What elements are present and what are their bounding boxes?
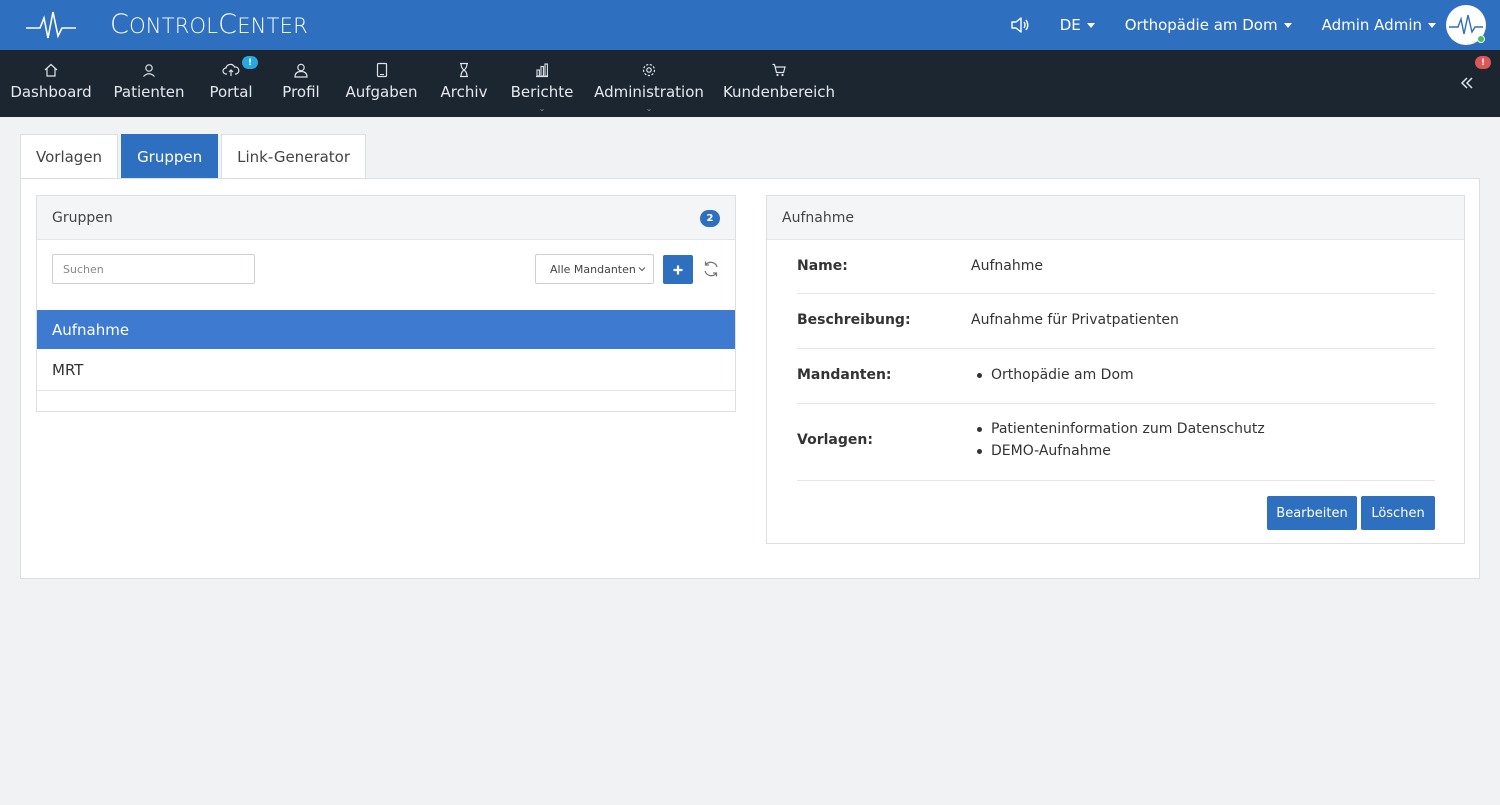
gear-icon	[641, 61, 657, 79]
chevron-down-icon: ⌄	[645, 104, 653, 113]
count-badge: 2	[700, 210, 720, 227]
detail-row-name: Name: Aufnahme	[797, 240, 1435, 294]
vorlagen-label: Vorlagen:	[797, 432, 873, 448]
caret-down-icon	[1428, 22, 1436, 28]
clinic-dropdown[interactable]: Orthopädie am Dom	[1125, 16, 1292, 34]
nav-item-dashboard[interactable]: Dashboard	[10, 50, 92, 117]
nav-item-archiv[interactable]: Archiv	[441, 50, 487, 117]
description-label: Beschreibung:	[797, 312, 911, 328]
refresh-icon[interactable]	[701, 259, 721, 283]
nav-item-kundenbereich[interactable]: Kundenbereich	[723, 50, 835, 117]
alert-badge: !	[1475, 56, 1491, 69]
plus-icon	[673, 265, 683, 274]
avatar[interactable]	[1446, 5, 1486, 45]
caret-down-icon	[1283, 22, 1292, 28]
tablet-icon	[375, 61, 389, 79]
list-item: Orthopädie am Dom	[977, 364, 1134, 386]
nav-item-berichte[interactable]: Berichte ⌄	[511, 50, 573, 117]
online-status-dot	[1477, 35, 1485, 43]
detail-panel-header: Aufnahme	[767, 196, 1464, 240]
user-dropdown[interactable]: Admin Admin	[1322, 16, 1436, 34]
tab-link-generator[interactable]: Link-Generator	[221, 134, 366, 178]
heartbeat-logo-icon	[26, 11, 76, 39]
home-icon	[43, 61, 59, 79]
tab-gruppen[interactable]: Gruppen	[121, 134, 219, 178]
main-nav: Dashboard Patienten Portal ! Profil Aufg…	[0, 50, 1500, 117]
vorlagen-list: Patienteninformation zum Datenschutz DEM…	[977, 418, 1265, 462]
search-input[interactable]	[52, 254, 255, 284]
cloud-icon	[222, 61, 240, 79]
edit-button[interactable]: Bearbeiten	[1267, 496, 1357, 530]
name-label: Name:	[797, 258, 848, 274]
detail-panel-title: Aufnahme	[782, 209, 854, 226]
bar-chart-icon	[534, 61, 550, 79]
detail-row-mandanten: Mandanten: Orthopädie am Dom	[797, 349, 1435, 404]
heartbeat-avatar-icon	[1449, 14, 1483, 35]
patients-icon	[141, 61, 157, 79]
groups-panel-header: Gruppen 2	[37, 196, 735, 240]
delete-button[interactable]: Löschen	[1361, 496, 1435, 530]
tab-vorlagen[interactable]: Vorlagen	[20, 134, 119, 178]
nav-item-aufgaben[interactable]: Aufgaben	[345, 50, 418, 117]
nav-item-patienten[interactable]: Patienten	[114, 50, 184, 117]
chevron-down-icon: ⌄	[538, 104, 546, 113]
list-item[interactable]: MRT	[37, 349, 735, 391]
chevron-down-icon	[638, 267, 646, 272]
detail-row-vorlagen: Vorlagen: Patienteninformation zum Daten…	[797, 404, 1435, 481]
mandanten-list: Orthopädie am Dom	[977, 364, 1134, 386]
groups-panel: Gruppen 2 Alle Mandanten Aufnahme MRT	[36, 195, 736, 412]
hourglass-icon	[457, 61, 471, 79]
user-icon	[293, 61, 309, 79]
tab-bar: Vorlagen Gruppen Link-Generator	[20, 134, 369, 178]
tab-content: Gruppen 2 Alle Mandanten Aufnahme MRT Au…	[20, 178, 1480, 579]
nav-item-administration[interactable]: Administration ⌄	[594, 50, 704, 117]
mandanten-filter-select[interactable]: Alle Mandanten	[535, 254, 654, 284]
name-value: Aufnahme	[971, 258, 1043, 274]
detail-panel: Aufnahme Name: Aufnahme Beschreibung: Au…	[766, 195, 1465, 544]
list-item[interactable]: Aufnahme	[37, 310, 735, 349]
list-item: DEMO-Aufnahme	[977, 440, 1265, 462]
nav-item-profil[interactable]: Profil	[282, 50, 320, 117]
portal-alert-badge: !	[242, 56, 258, 69]
list-item: Patienteninformation zum Datenschutz	[977, 418, 1265, 440]
cart-icon	[771, 61, 787, 79]
mandanten-label: Mandanten:	[797, 367, 892, 383]
brand-logo: CONTROLCENTER	[110, 9, 308, 40]
speaker-icon[interactable]	[1010, 16, 1030, 34]
collapse-sidebar-icon[interactable]	[1460, 76, 1474, 94]
groups-panel-title: Gruppen	[52, 209, 113, 226]
language-dropdown[interactable]: DE	[1060, 16, 1095, 34]
caret-down-icon	[1086, 22, 1095, 28]
description-value: Aufnahme für Privatpatienten	[971, 312, 1179, 328]
top-bar: CONTROLCENTER DE Orthopädie am Dom Admin…	[0, 0, 1500, 50]
add-group-button[interactable]	[663, 255, 693, 284]
detail-row-beschreibung: Beschreibung: Aufnahme für Privatpatient…	[797, 294, 1435, 349]
